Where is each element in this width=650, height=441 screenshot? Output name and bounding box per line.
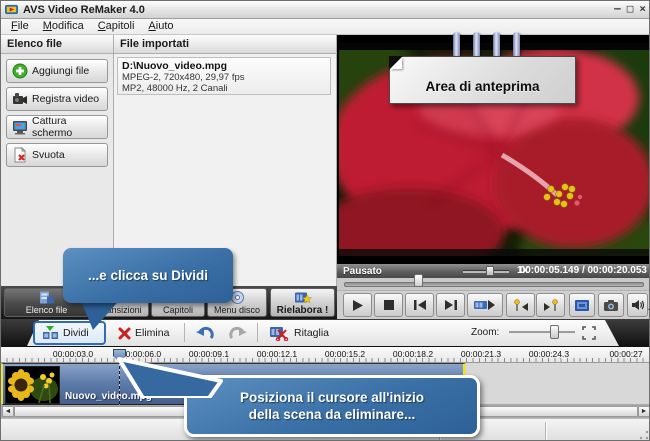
app-window: AVS Video ReMaker 4.0 – □ × File Modific… (0, 0, 650, 441)
zoom-slider-thumb[interactable] (550, 325, 559, 339)
close-button[interactable]: × (639, 2, 646, 16)
ruler-label: 00:00:21.3 (461, 349, 501, 359)
record-video-icon (11, 91, 29, 107)
ruler-label: 00:00:03.0 (53, 349, 93, 359)
undo-button[interactable] (191, 323, 220, 343)
clear-list-icon (11, 147, 29, 163)
resize-grip[interactable] (639, 430, 649, 440)
preview-note-text: Area di anteprima (425, 79, 539, 94)
play-button[interactable] (343, 293, 372, 317)
file-video-info: MPEG-2, 720x480, 29,97 fps (122, 72, 326, 83)
redo-icon (228, 326, 247, 340)
zoom-slider[interactable] (509, 331, 575, 334)
menu-modifica[interactable]: Modifica (36, 19, 91, 34)
next-scene-icon (474, 299, 496, 311)
add-file-button[interactable]: Aggiungi file (6, 59, 108, 83)
clip-thumbnail (5, 366, 60, 404)
play-icon (351, 299, 364, 312)
playback-state-label: Pausato (343, 266, 382, 277)
time-display: 00:00:05.149 / 00:00:20.053 (520, 265, 647, 276)
menu-file[interactable]: File (4, 19, 36, 34)
file-name: D:\Nuovo_video.mpg (122, 60, 326, 72)
ritaglia-button[interactable]: Ritaglia (265, 323, 334, 343)
ruler-label: 00:00:15.2 (325, 349, 365, 359)
capture-screen-icon (11, 119, 29, 135)
player-controls (337, 291, 650, 319)
file-audio-info: MP2, 48000 Hz, 2 Canali (122, 83, 326, 94)
file-panel-header: File importati (114, 35, 337, 54)
scroll-left-icon[interactable]: ◄ (2, 406, 14, 417)
stop-icon (384, 300, 394, 310)
ruler-label: 00:00:18.2 (393, 349, 433, 359)
record-video-button[interactable]: Registra video (6, 87, 108, 111)
window-title: AVS Video ReMaker 4.0 (23, 4, 145, 16)
speed-slider-thumb[interactable] (486, 266, 494, 276)
cursor-callout: Posiziona il cursore all'inizio della sc… (184, 375, 480, 437)
maximize-button[interactable]: □ (627, 2, 634, 16)
split-icon (42, 326, 59, 340)
minimize-button[interactable]: – (614, 2, 621, 16)
seek-track[interactable] (344, 282, 644, 287)
previous-frame-button[interactable] (405, 293, 434, 317)
zoom-fit-icon[interactable] (582, 326, 596, 345)
scroll-right-icon[interactable]: ► (638, 406, 650, 417)
preview-note-callout: Area di anteprima (389, 56, 576, 104)
title-bar: AVS Video ReMaker 4.0 – □ × (1, 1, 650, 19)
menu-aiuto[interactable]: Aiuto (141, 19, 180, 34)
ruler-label: 00:00:12.1 (257, 349, 297, 359)
menu-capitoli[interactable]: Capitoli (91, 19, 142, 34)
add-file-icon (11, 63, 29, 79)
fullscreen-button[interactable] (569, 293, 595, 317)
remake-tab-icon (294, 290, 312, 305)
clear-list-button[interactable]: Svuota (6, 143, 108, 167)
app-icon (5, 3, 18, 16)
volume-button[interactable] (627, 293, 648, 317)
playback-status-bar: Pausato 1x 00:00:05.149 / 00:00:20.053 (337, 264, 650, 278)
menu-bar: File Modifica Capitoli Aiuto (1, 19, 650, 35)
redo-button[interactable] (223, 323, 252, 343)
seek-thumb[interactable] (414, 274, 423, 287)
zoom-label: Zoom: (471, 327, 499, 338)
trim-icon (270, 326, 290, 341)
file-list-tab-icon (39, 290, 55, 305)
tab-rielabora[interactable]: Rielabora ! (270, 288, 335, 317)
dividi-callout: ...e clicca su Dividi (63, 248, 233, 303)
next-frame-icon (445, 300, 457, 310)
undo-icon (196, 326, 215, 340)
timeline-ruler[interactable]: 00:00:03.0 00:00:06.0 00:00:09.1 00:00:1… (1, 347, 650, 363)
previous-chapter-button[interactable] (506, 293, 535, 317)
fullscreen-icon (574, 299, 590, 312)
volume-icon (631, 299, 645, 311)
snapshot-button[interactable] (598, 293, 624, 317)
left-panel-header: Elenco file (1, 35, 114, 54)
next-scene-button[interactable] (467, 293, 503, 317)
ruler-label: 00:00:27 (609, 349, 642, 359)
next-chapter-button[interactable] (536, 293, 565, 317)
capture-screen-button[interactable]: Cattura schermo (6, 115, 108, 139)
previous-chapter-icon (513, 299, 529, 312)
cursor-callout-tail (113, 353, 223, 398)
snapshot-icon (603, 299, 619, 312)
next-chapter-icon (543, 299, 559, 312)
ruler-label: 00:00:24.3 (529, 349, 569, 359)
next-frame-button[interactable] (436, 293, 465, 317)
file-list-item[interactable]: D:\Nuovo_video.mpg MPEG-2, 720x480, 29,9… (117, 57, 331, 95)
seek-bar (337, 278, 650, 291)
previous-frame-icon (414, 300, 426, 310)
stop-button[interactable] (374, 293, 403, 317)
